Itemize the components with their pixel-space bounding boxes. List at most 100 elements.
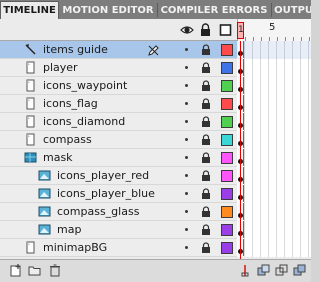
onion-skin-icon[interactable]: [257, 264, 271, 277]
outline-color-swatch[interactable]: [221, 134, 233, 146]
lock-icon[interactable]: [201, 242, 211, 254]
edit-multiple-icon[interactable]: [293, 264, 307, 277]
outline-icon[interactable]: [219, 23, 232, 37]
layer-row[interactable]: icons_waypoint: [0, 77, 311, 95]
layer-name[interactable]: icons_diamond: [43, 114, 125, 130]
layer-frames[interactable]: [237, 167, 311, 185]
normal-layer-icon: [26, 61, 35, 74]
layer-frames[interactable]: [237, 185, 311, 203]
eye-icon[interactable]: [180, 23, 194, 37]
outline-color-swatch[interactable]: [221, 242, 233, 254]
lock-icon[interactable]: [201, 62, 211, 74]
layer-name[interactable]: mask: [43, 150, 73, 166]
frame-number-5: 5: [269, 22, 276, 33]
outline-color-swatch[interactable]: [221, 44, 233, 56]
layer-frames[interactable]: [237, 77, 311, 95]
layer-row[interactable]: icons_flag: [0, 95, 311, 113]
layer-frames[interactable]: [237, 239, 311, 257]
visibility-toggle[interactable]: [185, 138, 188, 141]
layer-row[interactable]: icons_diamond: [0, 113, 311, 131]
outline-color-swatch[interactable]: [221, 62, 233, 74]
pencil-icon: [148, 45, 159, 56]
layer-frames[interactable]: [237, 59, 311, 77]
layer-row[interactable]: minimapBG: [0, 239, 311, 257]
visibility-toggle[interactable]: [185, 102, 188, 105]
visibility-toggle[interactable]: [185, 174, 188, 177]
lock-icon[interactable]: [201, 152, 211, 164]
layer-name[interactable]: compass: [43, 132, 92, 148]
new-layer-icon[interactable]: [9, 264, 23, 277]
layer-name[interactable]: icons_flag: [43, 96, 98, 112]
layer-name[interactable]: compass_glass: [57, 204, 139, 220]
layer-list: items guide player icons_waypoint icons_fla…: [0, 41, 311, 259]
tab-timeline[interactable]: TIMELINE: [0, 1, 59, 19]
frame-ruler[interactable]: 5: [237, 19, 311, 41]
layer-row[interactable]: mask: [0, 149, 311, 167]
layer-name[interactable]: player: [43, 60, 78, 76]
outline-color-swatch[interactable]: [221, 80, 233, 92]
outline-color-swatch[interactable]: [221, 116, 233, 128]
visibility-toggle[interactable]: [185, 210, 188, 213]
normal-layer-icon: [26, 79, 35, 92]
layer-row[interactable]: icons_player_blue: [0, 185, 311, 203]
layer-frames[interactable]: [237, 149, 311, 167]
layer-row[interactable]: map: [0, 221, 311, 239]
mask-layer-icon: [24, 152, 37, 163]
layer-name[interactable]: icons_player_blue: [57, 186, 155, 202]
layer-row[interactable]: compass_glass: [0, 203, 311, 221]
visibility-toggle[interactable]: [185, 228, 188, 231]
outline-color-swatch[interactable]: [221, 152, 233, 164]
visibility-toggle[interactable]: [185, 246, 188, 249]
layer-row[interactable]: icons_player_red: [0, 167, 311, 185]
lock-icon[interactable]: [201, 206, 211, 218]
tab-compiler-errors[interactable]: COMPILER ERRORS: [158, 2, 270, 19]
visibility-toggle[interactable]: [185, 120, 188, 123]
tab-output[interactable]: OUTPUT: [272, 2, 311, 19]
layer-row[interactable]: compass: [0, 131, 311, 149]
new-folder-icon[interactable]: [28, 264, 42, 277]
layer-name[interactable]: icons_waypoint: [43, 78, 127, 94]
lock-icon[interactable]: [201, 80, 211, 92]
visibility-toggle[interactable]: [185, 66, 188, 69]
layer-frames[interactable]: [237, 95, 311, 113]
layer-name[interactable]: items guide: [43, 42, 108, 58]
outline-color-swatch[interactable]: [221, 170, 233, 182]
delete-layer-icon[interactable]: [48, 264, 62, 277]
layer-frames[interactable]: [237, 113, 311, 131]
visibility-toggle[interactable]: [185, 156, 188, 159]
layer-frames[interactable]: [237, 41, 311, 59]
lock-icon[interactable]: [201, 98, 211, 110]
guide-layer-icon: [25, 44, 36, 55]
onion-outline-icon[interactable]: [275, 264, 289, 277]
outline-color-swatch[interactable]: [221, 224, 233, 236]
lock-icon[interactable]: [201, 170, 211, 182]
timeline-footer: [0, 259, 311, 282]
outline-color-swatch[interactable]: [221, 188, 233, 200]
lock-icon[interactable]: [201, 44, 211, 56]
layer-frames[interactable]: [237, 221, 311, 239]
layer-row[interactable]: player: [0, 59, 311, 77]
lock-icon[interactable]: [200, 23, 211, 37]
layer-name[interactable]: minimapBG: [43, 240, 107, 256]
center-frame-icon[interactable]: [240, 264, 250, 277]
masked-layer-icon: [38, 206, 51, 217]
lock-icon[interactable]: [201, 134, 211, 146]
visibility-toggle[interactable]: [185, 48, 188, 51]
normal-layer-icon: [26, 133, 35, 146]
lock-icon[interactable]: [201, 224, 211, 236]
visibility-toggle[interactable]: [185, 84, 188, 87]
playhead[interactable]: 1: [237, 22, 244, 39]
lock-icon[interactable]: [201, 116, 211, 128]
tab-motion-editor[interactable]: MOTION EDITOR: [60, 2, 156, 19]
layer-name[interactable]: icons_player_red: [57, 168, 149, 184]
playhead-frame-number: 1: [238, 25, 244, 35]
outline-color-swatch[interactable]: [221, 98, 233, 110]
normal-layer-icon: [26, 241, 35, 254]
lock-icon[interactable]: [201, 188, 211, 200]
outline-color-swatch[interactable]: [221, 206, 233, 218]
layer-row[interactable]: items guide: [0, 41, 311, 59]
layer-frames[interactable]: [237, 131, 311, 149]
layer-name[interactable]: map: [57, 222, 81, 238]
visibility-toggle[interactable]: [185, 192, 188, 195]
layer-frames[interactable]: [237, 203, 311, 221]
